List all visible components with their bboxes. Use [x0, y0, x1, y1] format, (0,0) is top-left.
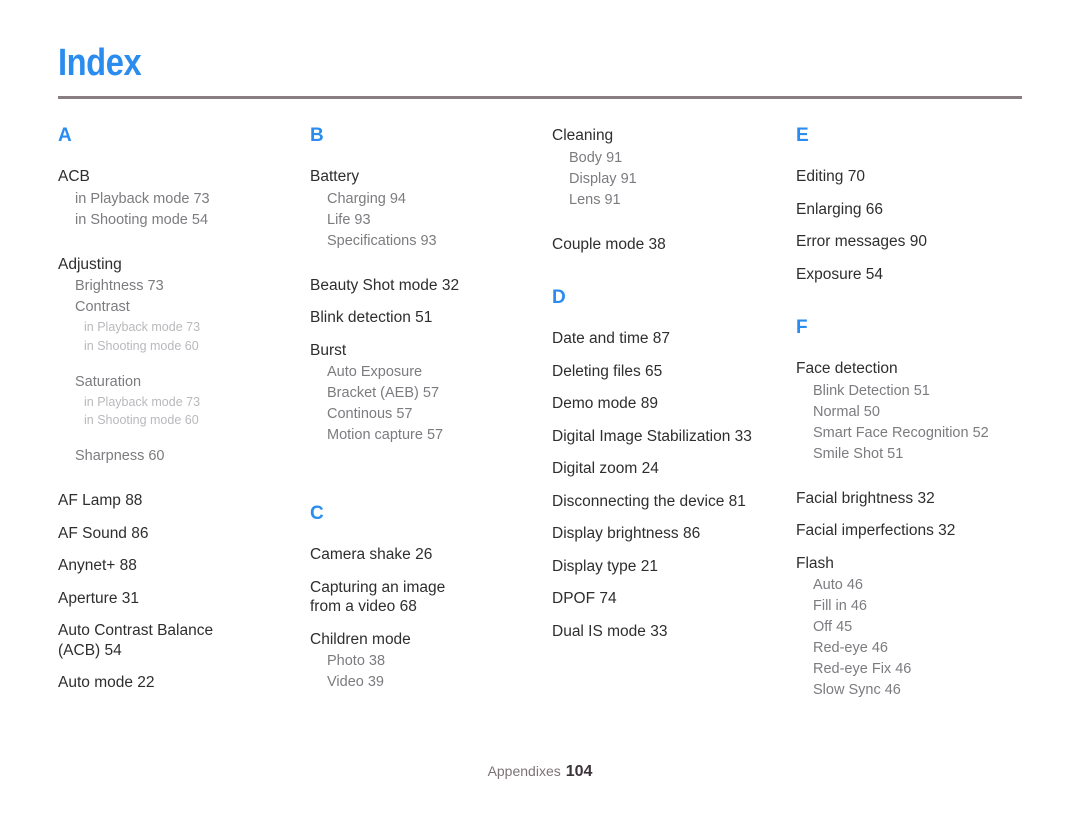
index-entry[interactable]: Enlarging 66	[796, 200, 1040, 220]
index-subentry[interactable]: Contrast	[75, 297, 290, 318]
index-subentry[interactable]: Life 93	[327, 210, 540, 231]
index-entry[interactable]: Auto Contrast Balance (ACB) 54	[58, 621, 290, 660]
index-entry[interactable]: Camera shake 26	[310, 545, 540, 565]
index-entry[interactable]: Display brightness 86	[552, 524, 784, 544]
index-subentry[interactable]: Slow Sync 46	[813, 680, 1040, 701]
letter-heading: B	[310, 125, 324, 146]
index-subentry[interactable]: Red-eye 46	[813, 638, 1040, 659]
footer-page-number: 104	[565, 763, 593, 780]
index-entry[interactable]: DPOF 74	[552, 589, 784, 609]
index-entry[interactable]: Flash	[796, 554, 1040, 574]
index-entry[interactable]: Couple mode 38	[552, 235, 784, 255]
index-subentry[interactable]: Charging 94	[327, 189, 540, 210]
index-entry[interactable]: Burst	[310, 341, 540, 361]
index-entry[interactable]: Error messages 90	[796, 232, 1040, 252]
index-entry[interactable]: Display type 21	[552, 557, 784, 577]
index-subentry[interactable]: Smile Shot 51	[813, 444, 1040, 465]
index-entry[interactable]: Editing 70	[796, 167, 1040, 187]
index-subentry[interactable]: Display 91	[569, 169, 784, 190]
index-subentry[interactable]: Brightness 73	[75, 276, 290, 297]
index-entry[interactable]: Disconnecting the device 81	[552, 492, 784, 512]
index-entry[interactable]: Cleaning	[552, 126, 784, 146]
letter-heading: C	[310, 503, 324, 525]
page-footer: Appendixes 104	[0, 764, 1080, 780]
index-subentry[interactable]: Normal 50	[813, 402, 1040, 423]
letter-heading: D	[552, 287, 566, 309]
index-subentry[interactable]: Body 91	[569, 148, 784, 169]
index-subentry[interactable]: Motion capture 57	[327, 425, 540, 446]
index-entry[interactable]: Aperture 31	[58, 589, 290, 609]
index-entry[interactable]: Capturing an image from a video 68	[310, 578, 540, 617]
index-column: A ACB in Playback mode 73 in Shooting mode …	[58, 126, 290, 706]
title-divider	[58, 96, 1022, 99]
index-entry[interactable]: Digital zoom 24	[552, 459, 784, 479]
index-subentry[interactable]: Auto Exposure Bracket (AEB) 57	[327, 362, 540, 404]
index-subentry[interactable]: Saturation	[75, 372, 290, 393]
index-entry[interactable]: Exposure 54	[796, 265, 1040, 285]
index-subsubentry[interactable]: in Shooting mode 60	[84, 337, 290, 356]
index-entry[interactable]: Beauty Shot mode 32	[310, 276, 540, 296]
index-subentry[interactable]: Fill in 46	[813, 596, 1040, 617]
letter-heading: F	[796, 317, 808, 339]
letter-heading: E	[796, 125, 809, 146]
index-subentry[interactable]: Lens 91	[569, 190, 784, 211]
index-subentry[interactable]: Blink Detection 51	[813, 381, 1040, 402]
index-column: E Editing 70 Enlarging 66 Error messages 90…	[796, 126, 1040, 725]
index-subentry[interactable]: Specifications 93	[327, 231, 540, 252]
index-subentry[interactable]: Video 39	[327, 672, 540, 693]
index-subentry[interactable]: Continous 57	[327, 404, 540, 425]
index-column: B Battery Charging 94 Life 93 Specifications…	[310, 126, 540, 717]
index-entry[interactable]: ACB	[58, 167, 290, 187]
index-entry[interactable]: AF Sound 86	[58, 524, 290, 544]
index-subentry[interactable]: Sharpness 60	[75, 446, 290, 467]
index-entry[interactable]: Deleting files 65	[552, 362, 784, 382]
index-subsubentry[interactable]: in Shooting mode 60	[84, 411, 290, 430]
index-subentry[interactable]: Red-eye Fix 46	[813, 659, 1040, 680]
index-entry[interactable]: Adjusting	[58, 255, 290, 275]
index-entry[interactable]: Auto mode 22	[58, 673, 290, 693]
index-entry[interactable]: Battery	[310, 167, 540, 187]
index-subentry[interactable]: Auto 46	[813, 575, 1040, 596]
index-entry[interactable]: Demo mode 89	[552, 394, 784, 414]
index-subentry[interactable]: in Shooting mode 54	[75, 210, 290, 231]
index-entry[interactable]: Facial brightness 32	[796, 489, 1040, 509]
index-entry[interactable]: Blink detection 51	[310, 308, 540, 328]
index-entry[interactable]: Date and time 87	[552, 329, 784, 349]
index-entry[interactable]: Face detection	[796, 359, 1040, 379]
index-subentry[interactable]: Photo 38	[327, 651, 540, 672]
index-column: Cleaning Body 91 Display 91 Lens 91 Couple m…	[552, 126, 784, 654]
index-subentry[interactable]: Smart Face Recognition 52	[813, 423, 1040, 444]
index-subentry[interactable]: in Playback mode 73	[75, 189, 290, 210]
letter-heading: A	[58, 125, 72, 146]
index-entry[interactable]: Facial imperfections 32	[796, 521, 1040, 541]
index-page: Index A ACB in Playback mode 73 in Shooting…	[0, 0, 1080, 815]
index-entry[interactable]: Anynet+ 88	[58, 556, 290, 576]
index-subsubentry[interactable]: in Playback mode 73	[84, 318, 290, 337]
index-subsubentry[interactable]: in Playback mode 73	[84, 393, 290, 412]
index-entry[interactable]: Dual IS mode 33	[552, 622, 784, 642]
footer-section-label: Appendixes	[487, 763, 561, 779]
index-entry[interactable]: Digital Image Stabilization 33	[552, 427, 784, 447]
page-title: Index	[58, 42, 142, 84]
index-entry[interactable]: AF Lamp 88	[58, 491, 290, 511]
index-entry[interactable]: Children mode	[310, 630, 540, 650]
index-subentry[interactable]: Off 45	[813, 617, 1040, 638]
